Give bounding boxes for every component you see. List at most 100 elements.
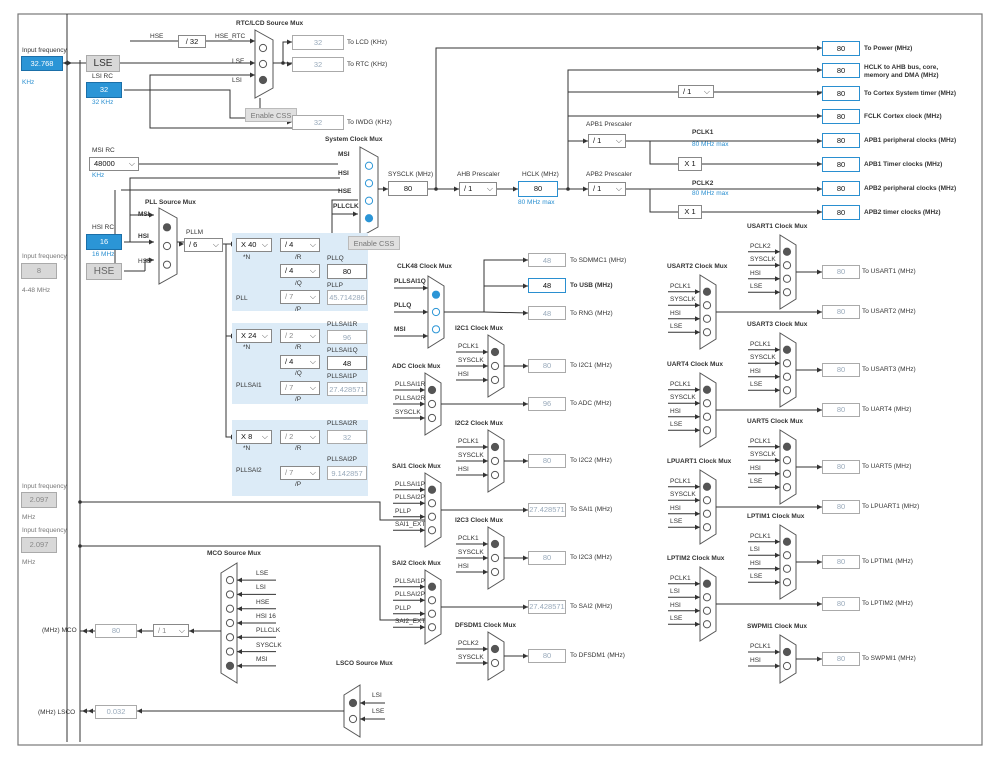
pllm-select[interactable]: / 6 ⌵: [184, 238, 223, 252]
mux-option[interactable]: [225, 647, 235, 656]
pllsai2-r-select[interactable]: / 2 ⌵: [280, 430, 320, 444]
mux-option-selected[interactable]: [702, 579, 712, 588]
mux-option[interactable]: [702, 328, 712, 337]
mux-option[interactable]: [162, 260, 172, 269]
mux-option[interactable]: [225, 590, 235, 599]
mux-option-selected[interactable]: [782, 647, 792, 657]
mux-option[interactable]: [782, 372, 792, 381]
mux-option[interactable]: [427, 512, 437, 521]
mux-option[interactable]: [702, 496, 712, 505]
sys-enable-css-button[interactable]: Enable CSS: [348, 236, 400, 250]
pll-q-select[interactable]: / 4 ⌵: [280, 264, 320, 278]
mux-option[interactable]: [490, 658, 500, 668]
mux-option[interactable]: [782, 359, 792, 368]
mux-option[interactable]: [702, 606, 712, 615]
mux-option[interactable]: [427, 399, 437, 409]
mux-option-selected[interactable]: [702, 287, 712, 296]
mux-option[interactable]: [427, 526, 437, 535]
mux-option-selected[interactable]: [427, 485, 437, 494]
mux-option-selected[interactable]: [782, 345, 792, 354]
mux-option[interactable]: [702, 314, 712, 323]
mux-option[interactable]: [258, 43, 268, 53]
mux-option[interactable]: [364, 196, 374, 205]
mux-option[interactable]: [702, 509, 712, 518]
mux-option-selected[interactable]: [427, 582, 437, 591]
mux-option-selected[interactable]: [702, 482, 712, 491]
mux-option[interactable]: [348, 714, 358, 724]
mux-option-selected[interactable]: [364, 214, 374, 223]
mux-option[interactable]: [782, 288, 792, 297]
mux-option[interactable]: [782, 564, 792, 573]
hse-frequency-input[interactable]: 8: [21, 263, 57, 279]
mux-option-selected[interactable]: [225, 661, 235, 670]
mux-option[interactable]: [225, 618, 235, 628]
apb1-prescaler-select[interactable]: / 1 ⌵: [588, 134, 626, 148]
mux-option-selected[interactable]: [490, 644, 500, 654]
pllsai1-r-select[interactable]: / 2 ⌵: [280, 329, 320, 343]
msi-range-select[interactable]: 48000 ⌵: [89, 157, 139, 171]
mux-option[interactable]: [782, 274, 792, 283]
hse-rtc-divider[interactable]: / 32: [178, 35, 206, 48]
mux-option[interactable]: [490, 567, 500, 577]
mux-option-selected[interactable]: [427, 385, 437, 395]
mux-option[interactable]: [427, 609, 437, 618]
ahb-prescaler-select[interactable]: / 1 ⌵: [459, 182, 497, 196]
pll-p-select[interactable]: / 7 ⌵: [280, 290, 320, 304]
rtc-enable-css-button[interactable]: Enable CSS: [245, 108, 297, 122]
mux-option-selected[interactable]: [348, 698, 358, 708]
hclk-value-input[interactable]: 80: [518, 181, 558, 197]
lse-frequency-input[interactable]: 32.768: [21, 56, 63, 71]
mux-option-selected[interactable]: [782, 537, 792, 546]
mux-option-selected[interactable]: [431, 290, 441, 299]
mux-option[interactable]: [782, 661, 792, 671]
mux-option-selected[interactable]: [490, 347, 500, 357]
ext2-frequency-input[interactable]: 2.097: [21, 537, 57, 553]
mux-option[interactable]: [490, 361, 500, 371]
mux-option[interactable]: [431, 325, 441, 334]
ext1-frequency-input[interactable]: 2.097: [21, 492, 57, 508]
mux-option[interactable]: [782, 469, 792, 478]
mux-option[interactable]: [702, 523, 712, 532]
mux-option[interactable]: [490, 375, 500, 385]
mux-option[interactable]: [782, 551, 792, 560]
mux-option-selected[interactable]: [782, 442, 792, 451]
mux-option[interactable]: [490, 470, 500, 480]
mux-option[interactable]: [431, 307, 441, 317]
mux-option[interactable]: [782, 386, 792, 395]
pll-r-select[interactable]: / 4 ⌵: [280, 238, 320, 252]
mux-option[interactable]: [225, 633, 235, 642]
mux-option-selected[interactable]: [782, 247, 792, 256]
mux-option-selected[interactable]: [490, 539, 500, 549]
pllsai2-n-select[interactable]: X 8 ⌵: [236, 430, 272, 444]
mux-option-selected[interactable]: [162, 223, 172, 232]
mux-option[interactable]: [782, 261, 792, 270]
pllsai1-q-select[interactable]: / 4 ⌵: [280, 355, 320, 369]
pllsai2-p-select[interactable]: / 7 ⌵: [280, 466, 320, 480]
pllsai1-n-select[interactable]: X 24 ⌵: [236, 329, 272, 343]
pll-n-select[interactable]: X 40 ⌵: [236, 238, 272, 252]
mux-option[interactable]: [782, 456, 792, 465]
mux-option[interactable]: [702, 426, 712, 435]
cortex-timer-divider-select[interactable]: / 1 ⌵: [678, 85, 714, 98]
mux-option[interactable]: [490, 456, 500, 466]
mux-option[interactable]: [427, 623, 437, 632]
mux-option[interactable]: [427, 596, 437, 605]
mux-option[interactable]: [427, 499, 437, 508]
pllsai1-p-select[interactable]: / 7 ⌵: [280, 381, 320, 395]
mco-divider-select[interactable]: / 1 ⌵: [153, 624, 189, 637]
mux-option-selected[interactable]: [702, 385, 712, 394]
mux-option[interactable]: [702, 399, 712, 408]
mux-option[interactable]: [702, 593, 712, 602]
mux-option-selected[interactable]: [490, 442, 500, 452]
mux-option[interactable]: [702, 620, 712, 629]
mux-option[interactable]: [364, 161, 374, 170]
mux-option[interactable]: [225, 604, 235, 613]
apb2-prescaler-select[interactable]: / 1 ⌵: [588, 182, 626, 196]
mux-option[interactable]: [364, 179, 374, 188]
mux-option[interactable]: [490, 553, 500, 563]
mux-option[interactable]: [427, 413, 437, 423]
mux-option[interactable]: [782, 483, 792, 492]
mux-option-selected[interactable]: [258, 75, 268, 85]
mux-option[interactable]: [702, 301, 712, 310]
mux-option[interactable]: [702, 412, 712, 421]
